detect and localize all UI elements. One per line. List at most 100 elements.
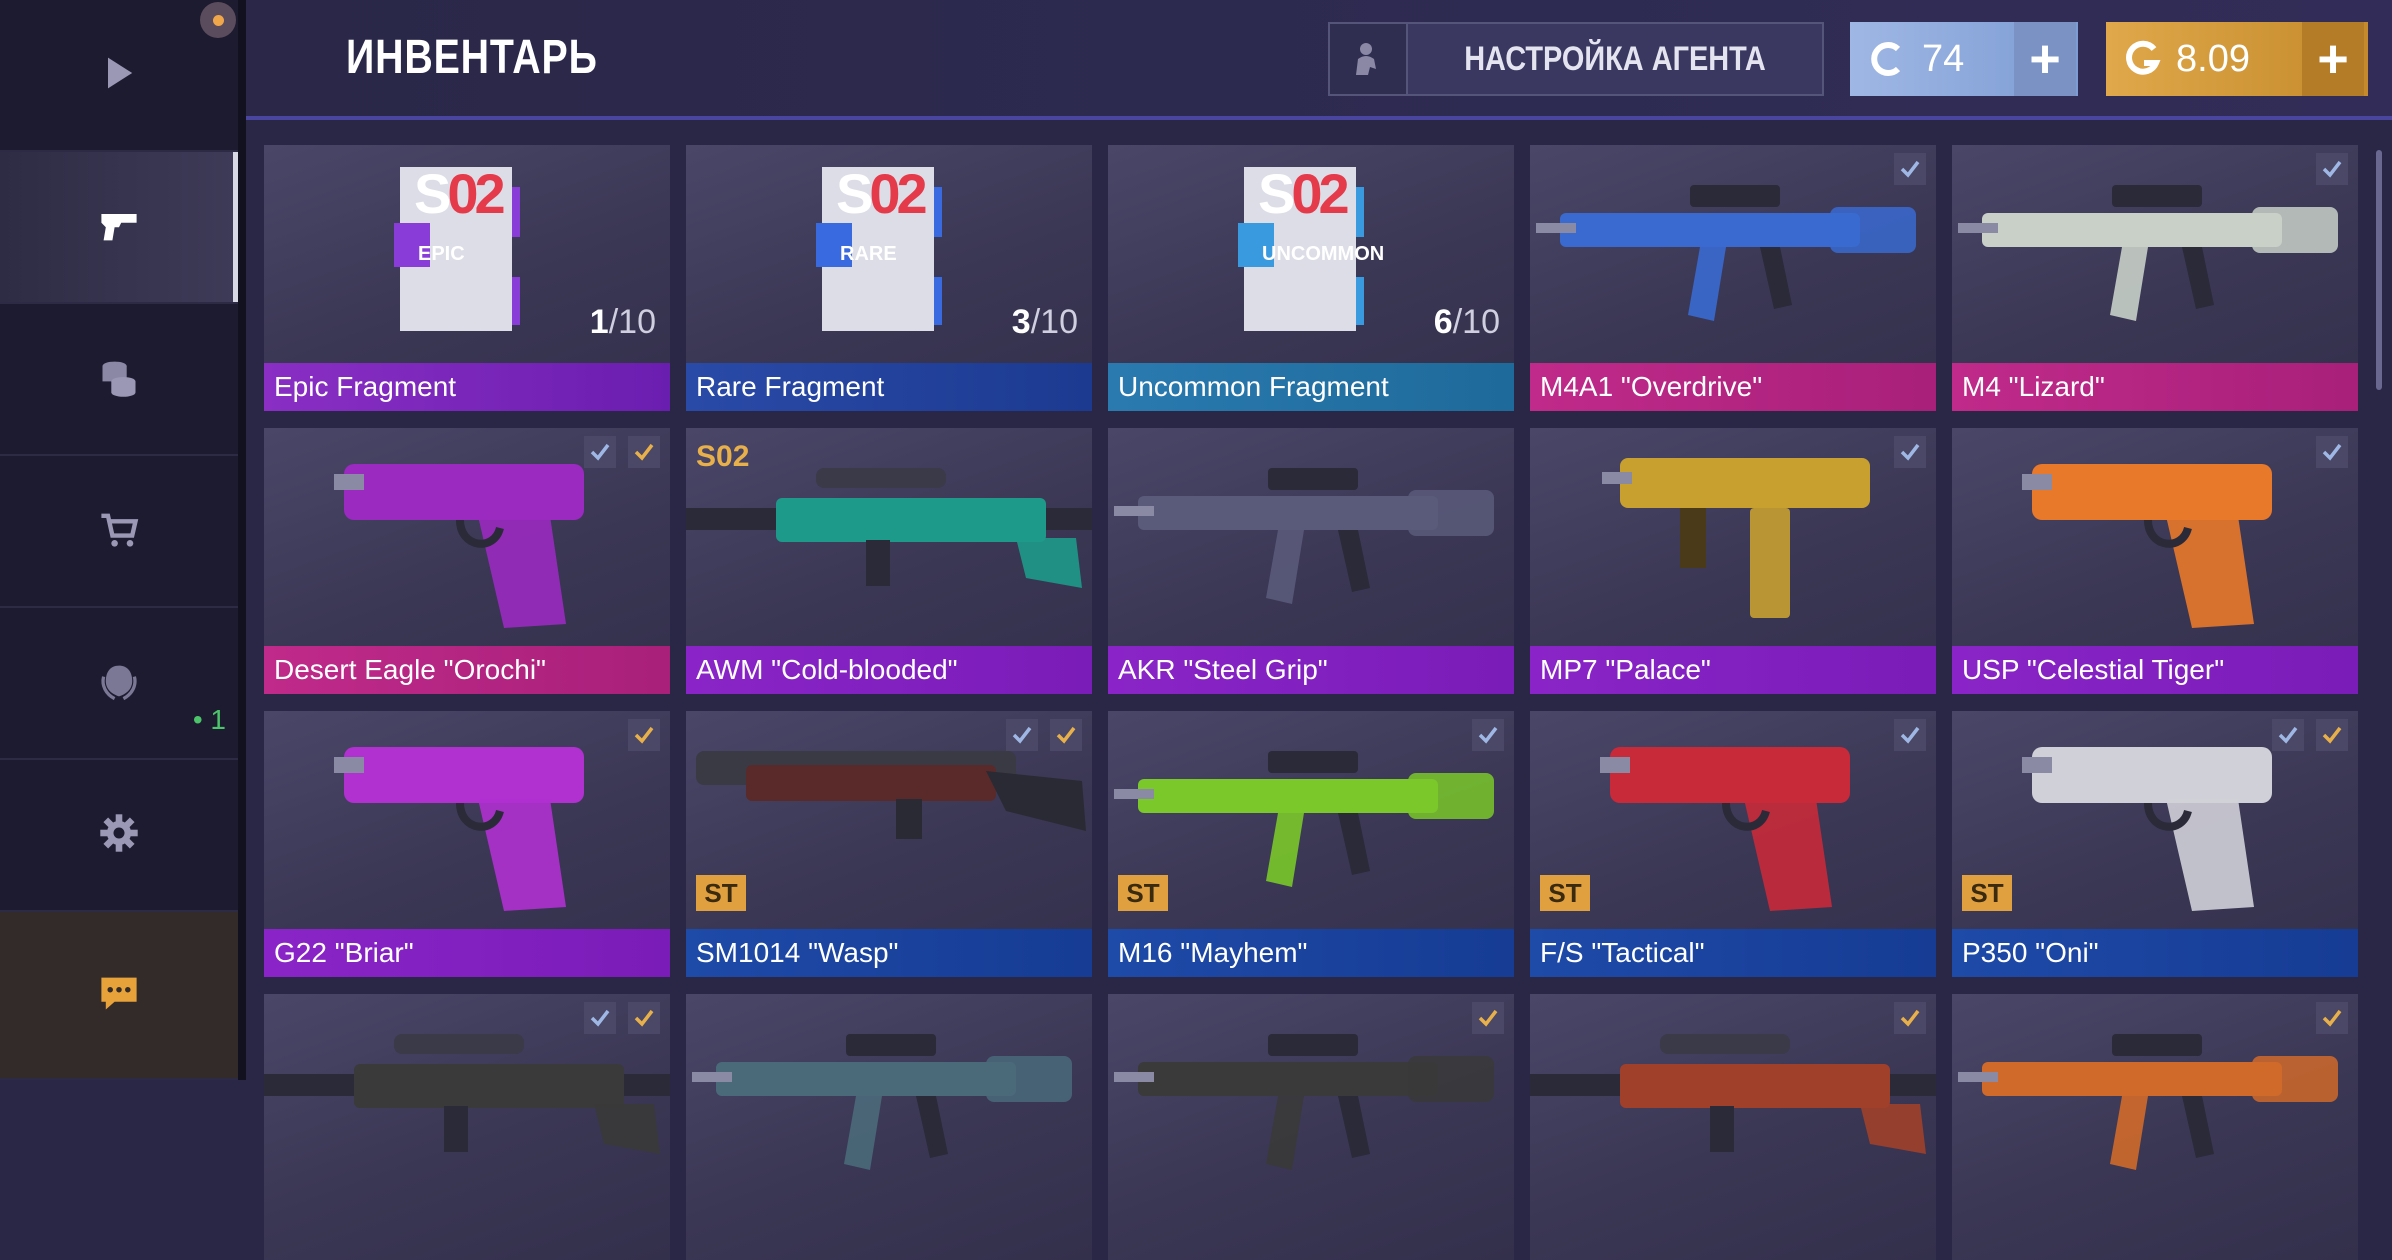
checkmark-icon[interactable] bbox=[628, 719, 660, 751]
sidebar-item-coins[interactable] bbox=[0, 304, 238, 456]
checkmark-icon[interactable] bbox=[2316, 436, 2348, 468]
inventory-item-card[interactable]: S02 AWM "Cold-blooded" bbox=[686, 428, 1092, 694]
item-name: SM1014 "Wasp" bbox=[686, 929, 1092, 977]
checkmark-icon[interactable] bbox=[2316, 1002, 2348, 1034]
fragment-rarity-text: EPIC bbox=[418, 243, 465, 265]
agent-settings-button[interactable]: НАСТРОЙКА АГЕНТА bbox=[1328, 22, 1824, 96]
inventory-item-card[interactable]: M4A1 "Overdrive" bbox=[1530, 145, 1936, 411]
fragment-season-logo: S02 bbox=[836, 162, 928, 225]
inventory-item-card[interactable]: M4 "Lizard" bbox=[1952, 145, 2358, 411]
sidebar-item-chat[interactable] bbox=[0, 912, 238, 1080]
item-name: MP7 "Palace" bbox=[1530, 646, 1936, 694]
sidebar-item-inventory[interactable] bbox=[0, 152, 238, 304]
checkmark-icon[interactable] bbox=[1894, 436, 1926, 468]
sidebar-item-shop[interactable] bbox=[0, 456, 238, 608]
weapon-art bbox=[696, 751, 1086, 839]
sidebar: • 1 bbox=[0, 0, 238, 1080]
fragment-count-total: 10 bbox=[618, 303, 656, 341]
stattrack-badge: ST bbox=[1540, 875, 1590, 911]
item-name: Uncommon Fragment bbox=[1108, 363, 1514, 411]
gold-display: 8.09 + bbox=[2106, 22, 2368, 96]
inventory-item-card[interactable]: S02 UNCOMMON 6/10 Uncommon Fragment bbox=[1108, 145, 1514, 411]
scrollbar[interactable] bbox=[2376, 150, 2382, 390]
checkmark-icon[interactable] bbox=[1894, 153, 1926, 185]
inventory-item-card[interactable]: USP "Celestial Tiger" bbox=[1952, 428, 2358, 694]
agent-icon bbox=[1330, 24, 1408, 94]
sidebar-item-settings[interactable] bbox=[0, 760, 238, 912]
item-checkmarks bbox=[2316, 153, 2348, 185]
checkmark-icon[interactable] bbox=[2316, 153, 2348, 185]
weapon-art bbox=[1114, 1034, 1494, 1170]
credits-icon bbox=[1871, 42, 1901, 76]
notification-dot[interactable] bbox=[200, 2, 236, 38]
item-checkmarks bbox=[584, 1002, 660, 1034]
inventory-item-card[interactable]: ST F/S "Tactical" bbox=[1530, 711, 1936, 977]
gear-icon bbox=[97, 811, 141, 860]
fragment-count: 6/10 bbox=[1433, 303, 1500, 341]
checkmark-icon[interactable] bbox=[1006, 719, 1038, 751]
inventory-item-card[interactable]: Desert Eagle "Orochi" bbox=[264, 428, 670, 694]
inventory-item-card[interactable]: ST P350 "Oni" bbox=[1952, 711, 2358, 977]
checkmark-icon[interactable] bbox=[1894, 719, 1926, 751]
weapon-art bbox=[1602, 458, 1870, 618]
sidebar-item-clan[interactable]: • 1 bbox=[0, 608, 238, 760]
inventory-item-card[interactable]: ST SM1014 "Wasp" bbox=[686, 711, 1092, 977]
weapon-art bbox=[1530, 1034, 1936, 1154]
item-name: M4 "Lizard" bbox=[1952, 363, 2358, 411]
item-checkmarks bbox=[2316, 436, 2348, 468]
inventory-item-card[interactable] bbox=[1108, 994, 1514, 1260]
fragment-count-total: 10 bbox=[1462, 303, 1500, 341]
checkmark-icon[interactable] bbox=[1050, 719, 1082, 751]
inventory-item-card[interactable] bbox=[1530, 994, 1936, 1260]
checkmark-icon[interactable] bbox=[584, 436, 616, 468]
weapon-art bbox=[1536, 185, 1916, 321]
checkmark-icon[interactable] bbox=[2272, 719, 2304, 751]
weapon-art bbox=[692, 1034, 1072, 1170]
gold-icon bbox=[2126, 40, 2161, 75]
fragment-rarity-text: UNCOMMON bbox=[1262, 243, 1385, 265]
item-name: M4A1 "Overdrive" bbox=[1530, 363, 1936, 411]
item-checkmarks bbox=[1894, 1002, 1926, 1034]
item-checkmarks bbox=[2316, 1002, 2348, 1034]
fragment-rarity-text: RARE bbox=[840, 243, 897, 265]
inventory-item-card[interactable] bbox=[264, 994, 670, 1260]
fragment-season-logo: S02 bbox=[414, 162, 506, 225]
weapon-art bbox=[1958, 185, 2338, 321]
inventory-item-card[interactable] bbox=[686, 994, 1092, 1260]
inventory-item-card[interactable]: AKR "Steel Grip" bbox=[1108, 428, 1514, 694]
checkmark-icon[interactable] bbox=[628, 1002, 660, 1034]
item-checkmarks bbox=[1472, 719, 1504, 751]
laurel-icon bbox=[97, 659, 141, 708]
item-name: M16 "Mayhem" bbox=[1108, 929, 1514, 977]
weapon-art bbox=[2022, 464, 2272, 628]
weapon-art bbox=[1114, 468, 1494, 604]
weapon-art bbox=[264, 1034, 670, 1154]
checkmark-icon[interactable] bbox=[584, 1002, 616, 1034]
inventory-item-card[interactable]: G22 "Briar" bbox=[264, 711, 670, 977]
cart-icon bbox=[97, 507, 141, 556]
item-checkmarks bbox=[1894, 719, 1926, 751]
checkmark-icon[interactable] bbox=[628, 436, 660, 468]
inventory-item-card[interactable]: S02 EPIC 1/10 Epic Fragment bbox=[264, 145, 670, 411]
pistol-icon bbox=[97, 203, 141, 252]
header: ИНВЕНТАРЬ НАСТРОЙКА АГЕНТА 74 + 8.09 + bbox=[246, 0, 2392, 120]
item-checkmarks bbox=[1894, 153, 1926, 185]
item-name: Epic Fragment bbox=[264, 363, 670, 411]
add-gold-button[interactable]: + bbox=[2302, 22, 2364, 96]
inventory-item-card[interactable]: ST M16 "Mayhem" bbox=[1108, 711, 1514, 977]
item-checkmarks bbox=[1472, 1002, 1504, 1034]
fragment-count-owned: 1 bbox=[589, 303, 609, 341]
checkmark-icon[interactable] bbox=[1894, 1002, 1926, 1034]
item-name: AKR "Steel Grip" bbox=[1108, 646, 1514, 694]
inventory-item-card[interactable]: S02 RARE 3/10 Rare Fragment bbox=[686, 145, 1092, 411]
checkmark-icon[interactable] bbox=[1472, 719, 1504, 751]
checkmark-icon[interactable] bbox=[1472, 1002, 1504, 1034]
stattrack-badge: ST bbox=[1118, 875, 1168, 911]
add-credits-button[interactable]: + bbox=[2014, 22, 2076, 96]
inventory-item-card[interactable]: MP7 "Palace" bbox=[1530, 428, 1936, 694]
checkmark-icon[interactable] bbox=[2316, 719, 2348, 751]
inventory-item-card[interactable] bbox=[1952, 994, 2358, 1260]
weapon-art bbox=[334, 464, 584, 628]
stattrack-badge: ST bbox=[1962, 875, 2012, 911]
season-tag: S02 bbox=[696, 440, 750, 473]
